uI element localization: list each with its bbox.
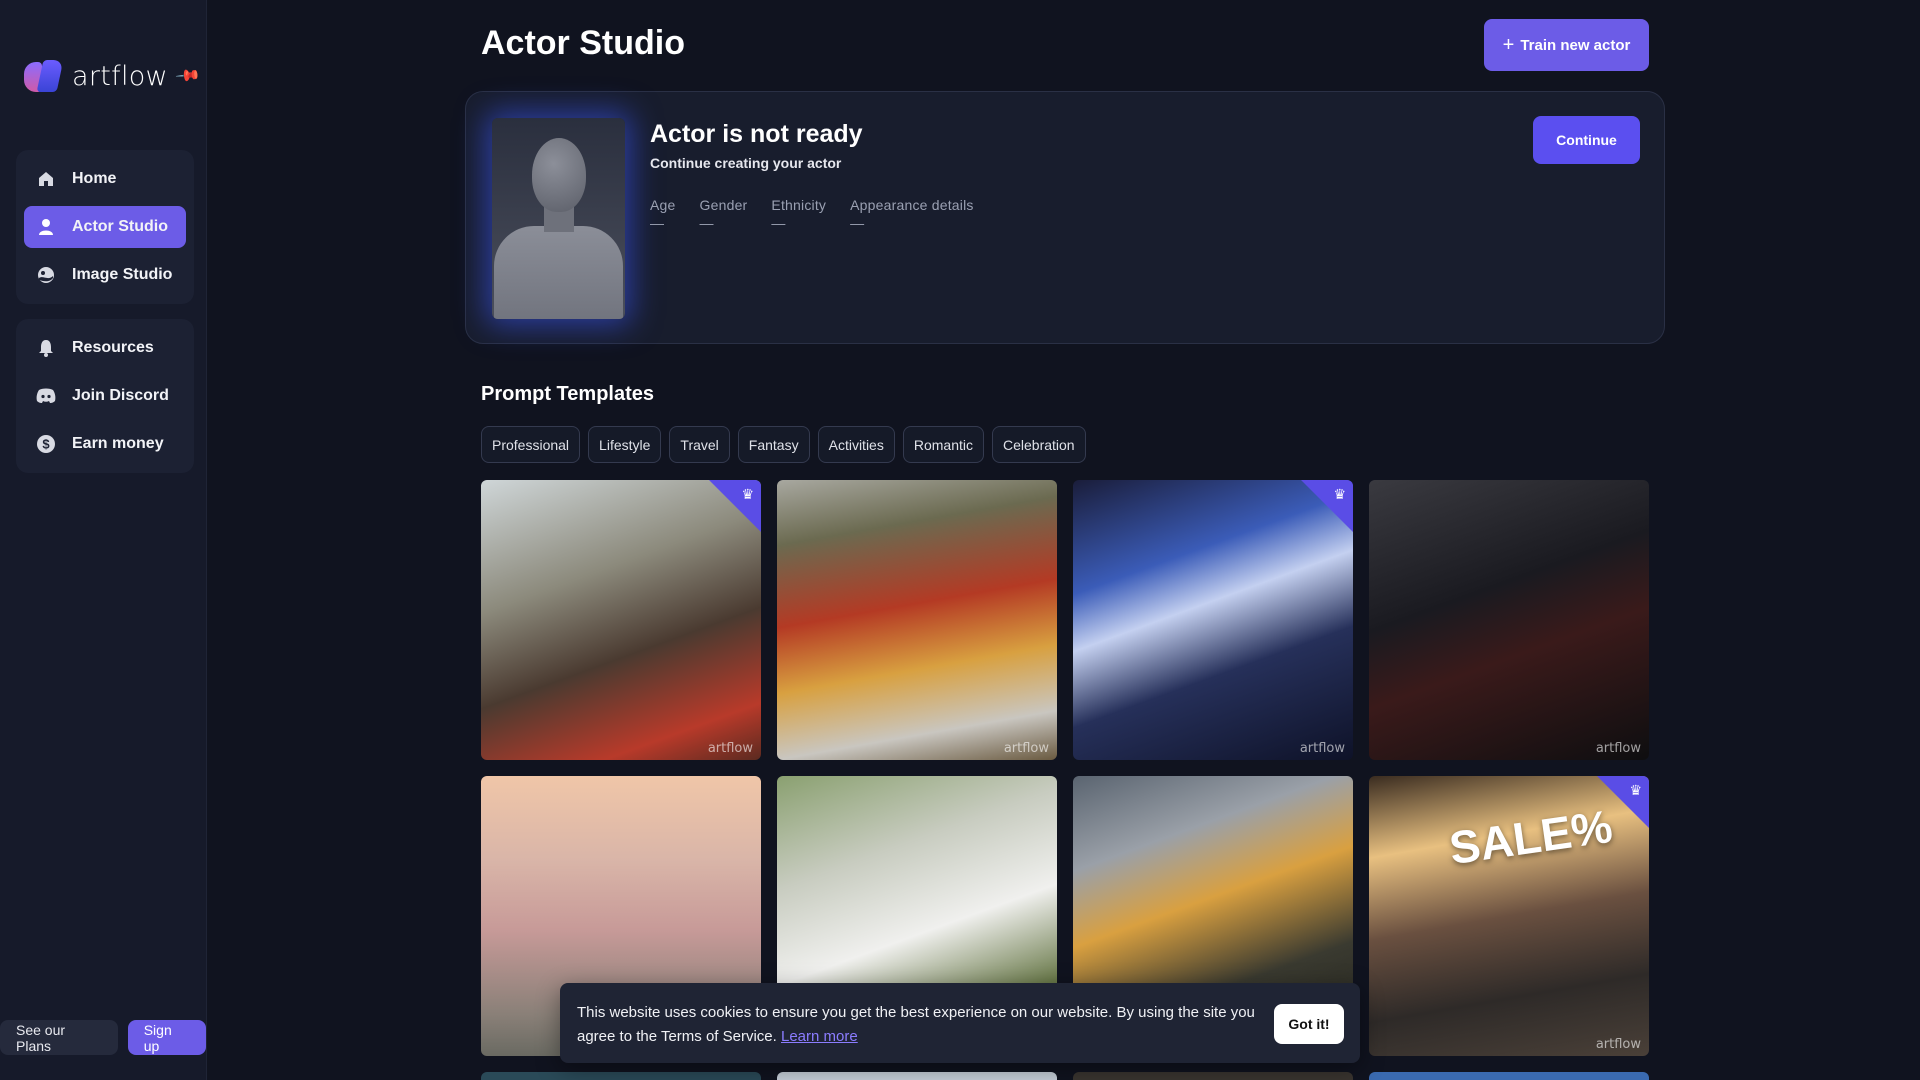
discord-icon xyxy=(34,384,58,408)
actor-attributes: Age — Gender — Ethnicity — Appearance de… xyxy=(650,197,974,231)
chip-professional[interactable]: Professional xyxy=(481,426,581,463)
sidebar-item-discord[interactable]: Join Discord xyxy=(24,375,186,417)
cookie-accept-button[interactable]: Got it! xyxy=(1274,1004,1344,1044)
actor-placeholder-image xyxy=(492,118,625,319)
sidebar-item-home[interactable]: Home xyxy=(24,158,186,200)
category-filter: Professional Lifestyle Travel Fantasy Ac… xyxy=(481,426,1086,463)
template-grid: ♛ artflow artflow ♛ artflow artflow ♛ SA… xyxy=(481,480,1649,1056)
logo-text: artflow xyxy=(72,60,168,92)
crown-icon: ♛ xyxy=(1333,486,1346,502)
actor-status-title: Actor is not ready xyxy=(650,120,863,148)
sidebar-item-label: Resources xyxy=(72,339,154,356)
chip-romantic[interactable]: Romantic xyxy=(902,426,984,463)
image-icon xyxy=(34,263,58,287)
template-card[interactable] xyxy=(777,1072,1057,1080)
watermark: artflow xyxy=(1299,741,1345,756)
chip-travel[interactable]: Travel xyxy=(669,426,730,463)
attr-label: Appearance details xyxy=(850,197,974,213)
sidebar-item-label: Home xyxy=(72,170,117,187)
actor-status-subtitle: Continue creating your actor xyxy=(650,155,842,171)
artflow-logo-icon xyxy=(22,58,64,94)
sign-up-button[interactable]: Sign up xyxy=(127,1020,206,1055)
watermark: artflow xyxy=(1595,1037,1641,1052)
primary-nav: Home Actor Studio Image Studio xyxy=(16,150,194,304)
template-card[interactable] xyxy=(1073,1072,1353,1080)
watermark: artflow xyxy=(1595,741,1641,756)
cookie-message: This website uses cookies to ensure you … xyxy=(577,1001,1257,1049)
attr-ethnicity: Ethnicity — xyxy=(771,197,826,231)
template-card[interactable]: ♛ SALE% artflow xyxy=(1369,776,1649,1056)
prompt-templates-title: Prompt Templates xyxy=(481,383,654,405)
learn-more-link[interactable]: Learn more xyxy=(781,1028,858,1045)
home-icon xyxy=(34,167,58,191)
cookie-text: This website uses cookies to ensure you … xyxy=(577,1004,1255,1045)
crown-icon: ♛ xyxy=(1629,782,1642,798)
sidebar-item-label: Earn money xyxy=(72,435,164,452)
template-card[interactable]: ♛ artflow xyxy=(1073,480,1353,760)
sidebar-bottom-actions: See our Plans Sign up xyxy=(0,1020,206,1055)
attr-age: Age — xyxy=(650,197,676,231)
template-card[interactable]: ♛ artflow xyxy=(481,480,761,760)
page-title: Actor Studio xyxy=(481,24,685,62)
train-new-actor-label: Train new actor xyxy=(1520,36,1631,54)
template-card[interactable]: artflow xyxy=(777,480,1057,760)
dollar-icon: $ xyxy=(34,432,58,456)
attr-appearance: Appearance details — xyxy=(850,197,973,231)
sidebar-item-label: Join Discord xyxy=(72,387,169,404)
sidebar-item-label: Actor Studio xyxy=(72,218,168,235)
watermark: artflow xyxy=(707,741,753,756)
attr-gender: Gender — xyxy=(700,197,748,231)
template-card[interactable]: artflow xyxy=(1369,480,1649,760)
svg-text:$: $ xyxy=(42,437,50,452)
secondary-nav: Resources Join Discord $ Earn money xyxy=(16,319,194,473)
sidebar-item-earn-money[interactable]: $ Earn money xyxy=(24,423,186,465)
template-card[interactable] xyxy=(481,1072,761,1080)
train-new-actor-button[interactable]: + Train new actor xyxy=(1484,19,1649,71)
bell-icon xyxy=(34,336,58,360)
sidebar-item-image-studio[interactable]: Image Studio xyxy=(24,254,186,296)
template-card[interactable] xyxy=(1369,1072,1649,1080)
sale-sign-text: SALE% xyxy=(1446,799,1616,875)
chip-activities[interactable]: Activities xyxy=(817,426,895,463)
watermark: artflow xyxy=(1003,741,1049,756)
chip-celebration[interactable]: Celebration xyxy=(991,426,1086,463)
sidebar-item-actor-studio[interactable]: Actor Studio xyxy=(24,206,186,248)
sidebar-item-label: Image Studio xyxy=(72,266,173,283)
logo[interactable]: artflow 📌 xyxy=(22,56,201,96)
actor-status-card: Actor is not ready Continue creating you… xyxy=(465,91,1665,344)
attr-label: Gender xyxy=(699,197,748,213)
chip-lifestyle[interactable]: Lifestyle xyxy=(588,426,662,463)
attr-label: Age xyxy=(650,197,676,213)
crown-icon: ♛ xyxy=(741,486,754,502)
sidebar-item-resources[interactable]: Resources xyxy=(24,327,186,369)
attr-value: — xyxy=(699,215,714,231)
sidebar: artflow 📌 Home Actor Studio Image Studio xyxy=(0,0,207,1080)
chip-fantasy[interactable]: Fantasy xyxy=(737,426,810,463)
pin-icon[interactable]: 📌 xyxy=(174,62,202,90)
user-icon xyxy=(34,215,58,239)
attr-value: — xyxy=(850,215,865,231)
cookie-banner: This website uses cookies to ensure you … xyxy=(560,983,1360,1063)
attr-label: Ethnicity xyxy=(771,197,827,213)
plus-icon: + xyxy=(1502,33,1515,56)
attr-value: — xyxy=(771,215,786,231)
attr-value: — xyxy=(650,215,664,231)
continue-button[interactable]: Continue xyxy=(1533,116,1640,164)
see-plans-button[interactable]: See our Plans xyxy=(0,1020,118,1055)
